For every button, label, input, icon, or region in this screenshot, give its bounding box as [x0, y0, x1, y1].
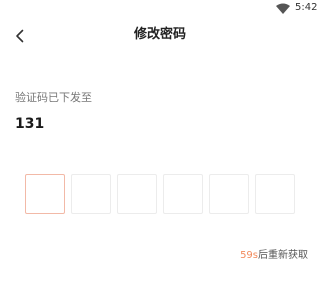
phone-number: 131 [15, 116, 45, 132]
resend-countdown: 59s [240, 250, 258, 261]
code-digit-box[interactable] [25, 174, 65, 214]
page-title: 修改密码 [133, 27, 186, 42]
code-sent-hint: 验证码已下发至 [15, 91, 92, 104]
code-digit-box[interactable] [117, 174, 157, 214]
code-digit-box[interactable] [255, 174, 295, 214]
verification-code-input[interactable] [25, 174, 295, 214]
resend-code-button[interactable]: 59s后重新获取 [240, 249, 308, 263]
code-digit-box[interactable] [163, 174, 203, 214]
code-digit-box[interactable] [209, 174, 249, 214]
wifi-icon [276, 3, 290, 14]
resend-label: 后重新获取 [258, 250, 308, 261]
code-digit-box[interactable] [71, 174, 111, 214]
status-bar: 5:42 [0, 0, 320, 18]
status-time: 5:42 [295, 2, 318, 13]
